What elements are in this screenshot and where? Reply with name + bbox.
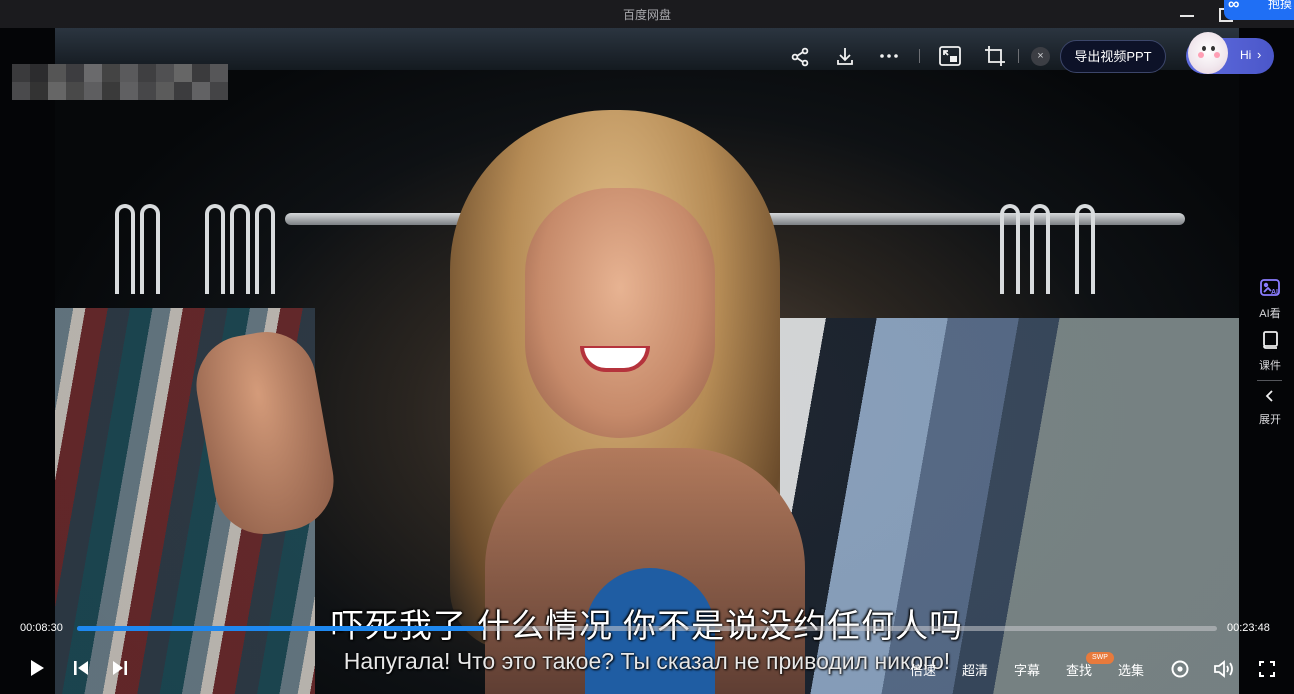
divider xyxy=(919,49,920,63)
search-badge: SWP xyxy=(1086,652,1114,664)
subtitle-chinese: 吓死我了 什么情况 你不是说没约任何人吗 xyxy=(0,599,1294,647)
courseware-icon xyxy=(1263,331,1278,349)
sidebar-item-label: 展开 xyxy=(1259,414,1281,426)
sidebar-item-label: AI看 xyxy=(1259,308,1281,320)
play-button[interactable] xyxy=(27,658,47,678)
sidebar-item-ai-view[interactable]: AI AI看 xyxy=(1250,278,1290,321)
floating-badge[interactable]: ∞ 抱摸 xyxy=(1224,0,1294,20)
skip-next-icon xyxy=(113,661,127,675)
svg-text:AI: AI xyxy=(1271,289,1278,296)
settings-button[interactable] xyxy=(1169,658,1191,680)
badge-text: 抱摸 xyxy=(1268,0,1293,11)
skip-previous-icon xyxy=(74,661,88,675)
crop-icon[interactable] xyxy=(983,44,1007,68)
badge-logo-icon: ∞ xyxy=(1228,0,1240,13)
progress-bar[interactable] xyxy=(77,626,1217,631)
video-frame xyxy=(55,28,1239,694)
sidebar-divider xyxy=(1257,380,1282,381)
share-icon[interactable] xyxy=(789,46,811,68)
assistant-avatar xyxy=(1188,32,1228,74)
ai-view-icon: AI xyxy=(1260,279,1280,296)
chevron-right-icon: › xyxy=(1257,47,1262,62)
app-title: 百度网盘 xyxy=(622,8,671,22)
video-player[interactable]: × 导出视频PPT Hi › AI AI看 课件 展开 吓死我了 什么情况 你不… xyxy=(0,28,1294,694)
volume-button[interactable] xyxy=(1212,658,1236,680)
current-time: 00:08:30 xyxy=(20,622,63,634)
export-ppt-close-button[interactable]: × xyxy=(1031,47,1050,66)
quality-button[interactable]: 超清 xyxy=(962,660,988,679)
play-icon xyxy=(31,660,44,676)
divider xyxy=(1018,49,1019,63)
window-titlebar: 百度网盘 ∞ 抱摸 xyxy=(0,0,1294,28)
ai-assistant-button[interactable]: Hi › xyxy=(1186,32,1274,74)
volume-icon xyxy=(1214,660,1233,678)
fullscreen-button[interactable] xyxy=(1256,658,1278,680)
progress-fill xyxy=(77,626,484,631)
fullscreen-icon xyxy=(1259,661,1275,677)
video-title-redacted xyxy=(12,64,228,100)
download-icon[interactable] xyxy=(834,45,856,67)
sidebar-item-expand[interactable]: 展开 xyxy=(1250,388,1290,427)
more-icon[interactable] xyxy=(878,45,900,67)
total-time: 00:23:48 xyxy=(1227,622,1270,634)
target-icon xyxy=(1171,660,1189,678)
next-button[interactable] xyxy=(110,658,130,678)
subtitle-button[interactable]: 字幕 xyxy=(1014,660,1040,679)
picture-in-picture-icon[interactable] xyxy=(938,44,962,68)
export-video-ppt-button[interactable]: 导出视频PPT xyxy=(1060,40,1166,73)
assistant-greeting: Hi xyxy=(1240,48,1252,62)
chevron-left-icon xyxy=(1265,390,1273,402)
episodes-button[interactable]: 选集 xyxy=(1118,660,1144,679)
sidebar-item-label: 课件 xyxy=(1259,360,1281,372)
previous-button[interactable] xyxy=(71,658,91,678)
sidebar-item-courseware[interactable]: 课件 xyxy=(1250,330,1290,373)
speed-button[interactable]: 倍速 xyxy=(910,660,936,679)
minimize-button[interactable] xyxy=(1178,4,1196,24)
